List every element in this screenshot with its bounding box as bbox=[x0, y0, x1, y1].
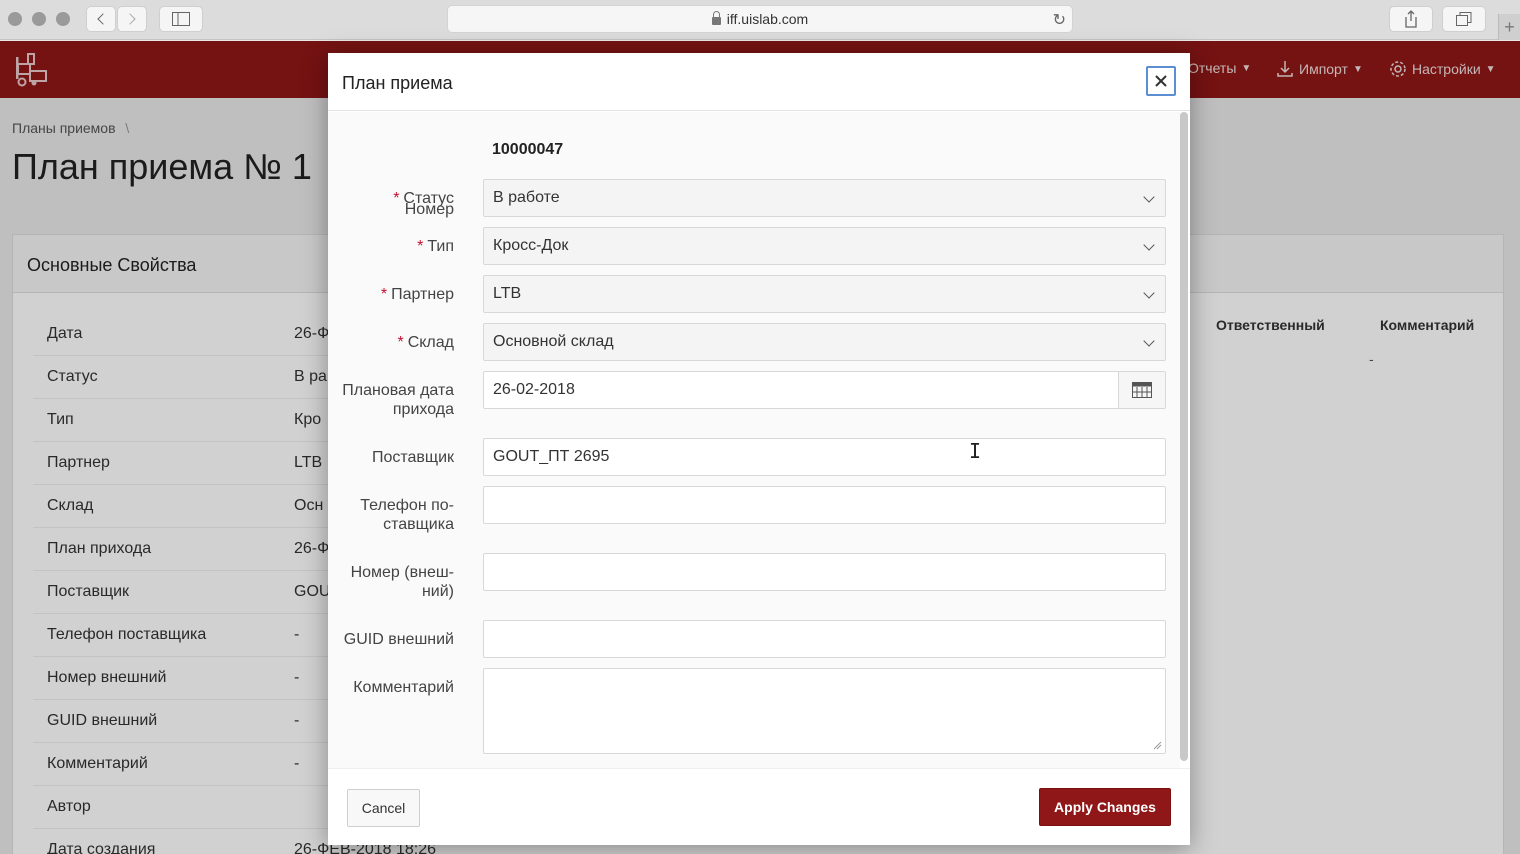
type-label: * Тип bbox=[324, 237, 454, 256]
dialog-body: Номер 10000047 * Статус В работе * Тип Кро… bbox=[328, 112, 1180, 768]
share-icon bbox=[1405, 10, 1417, 28]
text-cursor-icon: I bbox=[969, 439, 982, 463]
warehouse-value: Основной склад bbox=[493, 333, 614, 350]
close-icon bbox=[1155, 75, 1167, 87]
supplier-input[interactable]: GOUT_ПТ 2695 bbox=[483, 438, 1166, 476]
maximize-window-button[interactable] bbox=[56, 12, 70, 26]
close-dialog-button[interactable] bbox=[1146, 66, 1176, 96]
sidebar-toggle-button[interactable] bbox=[159, 6, 203, 32]
minimize-window-button[interactable] bbox=[32, 12, 46, 26]
supplier-phone-input[interactable] bbox=[483, 486, 1166, 524]
supplier-phone-label: Телефон по- ставщика bbox=[324, 496, 454, 534]
required-marker: * bbox=[393, 190, 400, 207]
status-select[interactable]: В работе bbox=[483, 179, 1166, 217]
url-text: iff.uislab.com bbox=[726, 11, 809, 27]
resize-handle-icon[interactable] bbox=[1153, 741, 1162, 750]
share-button[interactable] bbox=[1389, 6, 1433, 32]
planned-date-label-line2: прихода bbox=[392, 401, 454, 418]
planned-date-input[interactable]: 26-02-2018 bbox=[483, 371, 1166, 409]
dialog-title: План приема bbox=[342, 73, 453, 93]
required-marker: * bbox=[417, 238, 424, 255]
type-value: Кросс-Док bbox=[493, 237, 569, 254]
external-number-label-line1: Номер (внеш- bbox=[350, 564, 454, 581]
warehouse-label: * Склад bbox=[324, 333, 454, 352]
planned-date-label: Плановая дата прихода bbox=[324, 381, 454, 419]
browser-toolbar: iff.uislab.com ↻ + bbox=[0, 0, 1520, 40]
partner-select[interactable]: LTB bbox=[483, 275, 1166, 313]
dialog-footer: Cancel Apply Changes bbox=[328, 768, 1190, 845]
comment-textarea[interactable] bbox=[483, 668, 1166, 754]
status-label: * Статус bbox=[324, 189, 454, 208]
cancel-button[interactable]: Cancel bbox=[347, 789, 420, 827]
back-button[interactable] bbox=[86, 6, 116, 32]
supplier-label: Поставщик bbox=[371, 449, 454, 466]
external-number-label: Номер (внеш- ний) bbox=[324, 563, 454, 601]
calendar-icon bbox=[1132, 382, 1152, 398]
edit-plan-dialog: План приема Номер 10000047 * Статус В раб… bbox=[328, 53, 1190, 845]
planned-date-label-line1: Плановая дата bbox=[342, 382, 454, 399]
calendar-button[interactable] bbox=[1118, 372, 1165, 408]
type-label-text: Тип bbox=[427, 238, 454, 255]
sidebar-icon bbox=[172, 12, 190, 26]
comment-label: Комментарий bbox=[353, 679, 454, 696]
external-number-input[interactable] bbox=[483, 553, 1166, 591]
external-guid-label: GUID внешний bbox=[343, 631, 454, 648]
supplier-value: GOUT_ПТ 2695 bbox=[493, 448, 610, 465]
external-number-label-line2: ний) bbox=[421, 583, 454, 600]
chevron-down-icon bbox=[1143, 335, 1155, 347]
chevron-down-icon bbox=[1143, 287, 1155, 299]
external-guid-input[interactable] bbox=[483, 620, 1166, 658]
supplier-phone-label-line1: Телефон по- bbox=[360, 497, 454, 514]
forward-button[interactable] bbox=[117, 6, 147, 32]
chevron-down-icon bbox=[1143, 239, 1155, 251]
chevron-down-icon bbox=[1143, 191, 1155, 203]
status-value: В работе bbox=[493, 189, 560, 206]
new-tab-button[interactable]: + bbox=[1498, 14, 1520, 40]
chevron-right-icon bbox=[124, 13, 136, 25]
required-marker: * bbox=[397, 334, 404, 351]
number-value: 10000047 bbox=[492, 141, 564, 158]
status-label-text: Статус bbox=[403, 190, 454, 207]
close-window-button[interactable] bbox=[8, 12, 22, 26]
warehouse-select[interactable]: Основной склад bbox=[483, 323, 1166, 361]
apply-changes-button[interactable]: Apply Changes bbox=[1039, 788, 1171, 826]
supplier-phone-label-line2: ставщика bbox=[383, 516, 454, 533]
planned-date-value: 26-02-2018 bbox=[493, 381, 575, 398]
partner-label: * Партнер bbox=[324, 285, 454, 304]
dialog-scrollbar[interactable] bbox=[1180, 112, 1188, 761]
partner-label-text: Партнер bbox=[391, 286, 454, 303]
required-marker: * bbox=[380, 286, 388, 303]
tabs-overview-button[interactable] bbox=[1442, 6, 1486, 32]
tabs-icon bbox=[1456, 12, 1472, 26]
address-bar[interactable]: iff.uislab.com ↻ bbox=[447, 5, 1073, 33]
lock-icon bbox=[711, 11, 721, 25]
warehouse-label-text: Склад bbox=[407, 334, 454, 351]
type-select[interactable]: Кросс-Док bbox=[483, 227, 1166, 265]
chevron-left-icon bbox=[97, 13, 109, 25]
reload-icon[interactable]: ↻ bbox=[1053, 10, 1066, 30]
dialog-header: План приема bbox=[328, 53, 1190, 111]
partner-value: LTB bbox=[493, 285, 522, 302]
